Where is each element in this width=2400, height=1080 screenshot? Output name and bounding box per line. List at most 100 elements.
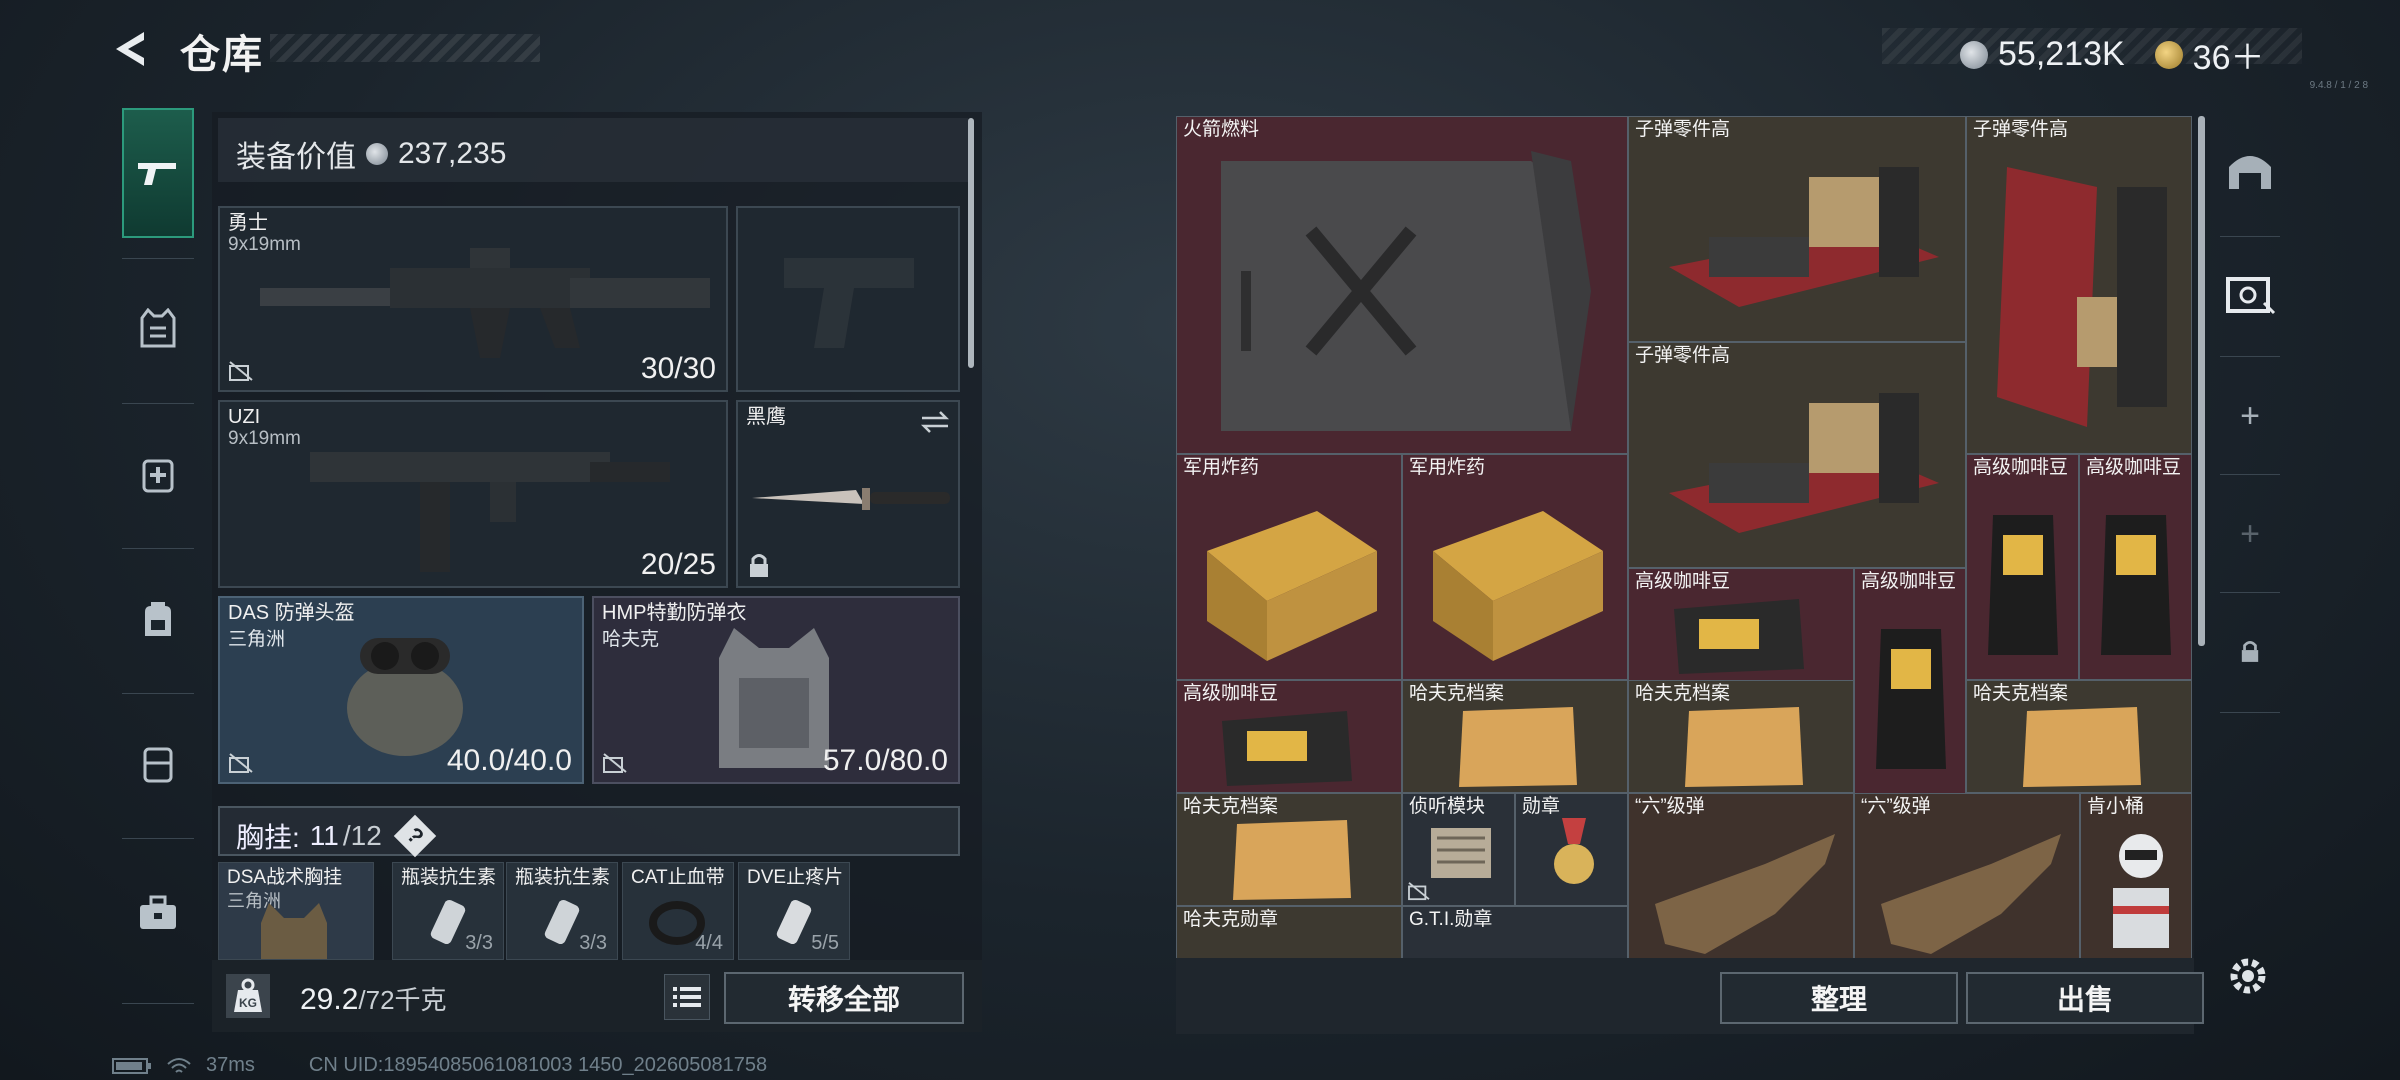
medkit-icon	[142, 459, 174, 493]
nav-items[interactable]	[112, 848, 204, 978]
no-insure-icon	[229, 753, 253, 773]
storage-item-archive-1[interactable]: 哈夫克档案	[1402, 680, 1628, 793]
storage-item-medal[interactable]: 勋章	[1515, 793, 1628, 906]
equipment-value-bar: 装备价值 237,235	[218, 118, 968, 182]
item-name: 军用炸药	[1409, 457, 1486, 478]
explosive-crate-image	[1433, 511, 1603, 661]
item-name: 子弹零件高	[1973, 119, 2069, 140]
list-view-button[interactable]	[664, 974, 710, 1020]
rig-item-painkiller[interactable]: DVE止疼片 5/5	[738, 862, 850, 960]
rig-item-name: DSA战术胸挂	[227, 867, 343, 888]
rig-item-tourniquet[interactable]: CAT止血带 4/4	[622, 862, 734, 960]
storage-item-rocket-fuel[interactable]: 火箭燃料	[1176, 116, 1628, 454]
rig-item-name: DVE止疼片	[747, 867, 844, 888]
storage-item-coffee-4[interactable]: 高级咖啡豆	[1854, 568, 1966, 794]
rig-item-count: 4/4	[695, 932, 723, 954]
chest-rig-bar: 胸挂: 11 /12 ?	[218, 806, 960, 858]
storage-item-round-1[interactable]: “六”级弹	[1628, 793, 1854, 958]
storage-tabs: + +	[2210, 116, 2290, 1036]
item-name: “六”级弹	[1635, 796, 1705, 817]
rig-item-vest[interactable]: DSA战术胸挂 三角洲	[218, 862, 374, 960]
nav-backpack[interactable]	[112, 553, 204, 683]
storage-item-archive-2[interactable]: 哈夫克档案	[1628, 680, 1854, 793]
no-insure-icon	[229, 361, 253, 381]
rig-item-count: 5/5	[811, 932, 839, 954]
folder-image	[1233, 820, 1351, 900]
transfer-all-button[interactable]: 转移全部	[724, 972, 964, 1024]
lock-icon	[750, 554, 768, 577]
rig-item-antibiotic-1[interactable]: 瓶装抗生素 3/3	[392, 862, 504, 960]
nav-armor[interactable]	[112, 263, 204, 393]
weight-current: 29.2	[300, 983, 359, 1016]
helmet-brand: 三角洲	[228, 629, 286, 650]
storage-item-gti-medal[interactable]: G.T.I.勋章	[1402, 906, 1628, 958]
rig-item-antibiotic-2[interactable]: 瓶装抗生素 3/3	[506, 862, 618, 960]
currency-group[interactable]: 55,213K 36＋	[1960, 30, 2265, 79]
primary-weapon-slot[interactable]: 勇士 9x19mm 30/30	[218, 206, 728, 392]
add-tab-button[interactable]: +	[2210, 361, 2290, 471]
armor-slot[interactable]: HMP特勤防弹衣 哈夫克 57.0/80.0	[592, 596, 960, 784]
storage-item-bullet-parts-2[interactable]: 子弹零件高	[1966, 116, 2192, 454]
storage-item-listening-module[interactable]: 侦听模块	[1402, 793, 1515, 906]
rig-item-name: 瓶装抗生素	[515, 867, 611, 888]
rig-item-count: 3/3	[579, 932, 607, 954]
storage-item-bullet-parts-1[interactable]: 子弹零件高	[1628, 116, 1966, 342]
jerrycan-image	[1221, 151, 1591, 431]
list-icon	[673, 987, 701, 1007]
sort-button[interactable]: 整理	[1720, 972, 1958, 1024]
tab-safe-box[interactable]	[2210, 240, 2290, 350]
bullet-parts-image	[1669, 167, 1939, 307]
coffee-bag-image	[1988, 515, 2058, 655]
rig-vest-image	[261, 903, 327, 959]
item-name: 军用炸药	[1183, 457, 1260, 478]
sell-button[interactable]: 出售	[1966, 972, 2204, 1024]
storage-item-explosive-2[interactable]: 军用炸药	[1402, 454, 1628, 680]
item-name: 高级咖啡豆	[2086, 457, 2182, 478]
folder-image	[2023, 707, 2141, 787]
coin-icon	[366, 143, 388, 165]
storage-item-coffee-2[interactable]: 高级咖啡豆	[2079, 454, 2192, 680]
melee-slot[interactable]: 黑鹰	[736, 400, 960, 588]
figurine-image	[2113, 834, 2169, 948]
page-title: 仓库	[180, 33, 264, 77]
item-name: 哈夫克勋章	[1183, 909, 1279, 930]
safe-box-icon	[2226, 277, 2276, 315]
nav-containers[interactable]	[112, 698, 204, 828]
weight-max: /72千克	[358, 985, 447, 1015]
storage-item-archive-3[interactable]: 哈夫克档案	[1966, 680, 2192, 793]
storage-item-bullet-parts-3[interactable]: 子弹零件高	[1628, 342, 1966, 568]
nav-medical[interactable]	[112, 408, 204, 538]
equipment-value: 237,235	[398, 137, 507, 170]
rig-item-name: 瓶装抗生素	[401, 867, 497, 888]
gear-icon[interactable]	[2226, 954, 2270, 998]
title-stripe	[270, 34, 540, 62]
nav-weapons[interactable]	[122, 108, 194, 238]
back-arrow-icon[interactable]	[110, 28, 150, 70]
storage-item-archive-4[interactable]: 哈夫克档案	[1176, 793, 1402, 906]
help-icon[interactable]: ?	[393, 814, 437, 858]
coffee-bag-image	[1876, 629, 1946, 769]
storage-item-coffee-3[interactable]: 高级咖啡豆	[1628, 568, 1854, 681]
svg-text:KG: KG	[239, 996, 257, 1010]
wifi-icon	[167, 1057, 191, 1073]
secondary-weapon-ammo: 20/25	[640, 548, 716, 581]
storage-item-figurine[interactable]: 肯小桶	[2080, 793, 2192, 958]
item-name: 高级咖啡豆	[1861, 571, 1957, 592]
container-icon	[143, 747, 173, 783]
storage-item-haf-medal[interactable]: 哈夫克勋章	[1176, 906, 1402, 958]
loadout-scrollbar[interactable]	[968, 118, 974, 368]
medal-image	[1554, 818, 1594, 884]
storage-item-coffee-1[interactable]: 高级咖啡豆	[1966, 454, 2079, 680]
storage-item-round-2[interactable]: “六”级弹	[1854, 793, 2080, 958]
lock-icon	[2241, 641, 2259, 662]
secondary-weapon-slot[interactable]: UZI 9x19mm 20/25	[218, 400, 728, 588]
storage-scrollbar[interactable]	[2198, 116, 2205, 646]
storage-item-coffee-5[interactable]: 高级咖啡豆	[1176, 680, 1402, 793]
chest-rig-label: 胸挂:	[236, 822, 300, 853]
tab-warehouse[interactable]	[2210, 116, 2290, 226]
swap-icon[interactable]	[920, 410, 950, 434]
helmet-slot[interactable]: DAS 防弹头盔 三角洲 40.0/40.0	[218, 596, 584, 784]
storage-item-explosive-1[interactable]: 军用炸药	[1176, 454, 1402, 680]
chest-rig-total: /12	[342, 820, 382, 851]
pistol-slot[interactable]	[736, 206, 960, 392]
